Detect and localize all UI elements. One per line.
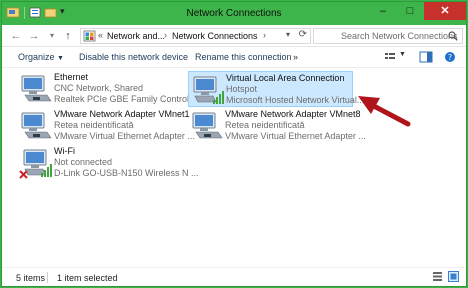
- chevron-down-icon: ▾: [49, 31, 54, 40]
- ethernet-adapter-icon: [192, 112, 223, 139]
- wifi-disconnected-icon: [19, 149, 52, 179]
- search-input[interactable]: Search Network Connections: [341, 31, 458, 41]
- status-bar: 5 items 1 item selected: [2, 267, 466, 286]
- wireless-adapter-icon: [193, 76, 224, 104]
- details-view-icon[interactable]: [432, 271, 443, 282]
- connection-status: CNC Network, Shared: [54, 83, 144, 93]
- recent-locations-button[interactable]: ▾: [44, 28, 60, 44]
- item-count: 5 items: [16, 273, 46, 283]
- view-dropdown-icon[interactable]: ▼: [399, 51, 406, 58]
- close-icon: ✕: [440, 5, 450, 17]
- connection-device: Microsoft Hosted Network Virtual...: [226, 95, 365, 105]
- breadcrumb-overflow[interactable]: «: [98, 30, 103, 40]
- address-dropdown-icon[interactable]: ▾: [286, 30, 290, 39]
- connection-device: D-Link GO-USB-N150 Wireless N ...: [54, 168, 199, 178]
- window: ▾ Network Connections – □ ✕ ← → ▾ ↑ « Ne…: [1, 1, 467, 287]
- search-icon[interactable]: [448, 31, 458, 41]
- breadcrumb-separator[interactable]: ›: [263, 30, 266, 40]
- minimize-icon: –: [379, 5, 387, 17]
- up-arrow-icon: ↑: [65, 30, 71, 42]
- connection-name: VMware Network Adapter VMnet8: [225, 109, 361, 119]
- search-box[interactable]: Search Network Connections: [313, 28, 463, 44]
- connections-list: Ethernet CNC Network, Shared Realtek PCI…: [2, 68, 466, 267]
- maximize-button[interactable]: □: [397, 2, 423, 20]
- status-separator: [47, 272, 48, 283]
- connection-item-vmnet8[interactable]: VMware Network Adapter VMnet8 Retea neid…: [188, 108, 366, 144]
- connection-name: Ethernet: [54, 72, 89, 82]
- connection-name: Virtual Local Area Connection: [226, 73, 345, 83]
- command-bar: Organize ▼ Disable this network device R…: [2, 47, 466, 68]
- help-icon[interactable]: ?: [443, 51, 457, 63]
- connection-device: VMware Virtual Ethernet Adapter ...: [225, 131, 366, 141]
- breadcrumb-network-connections[interactable]: Network Connections: [172, 31, 258, 41]
- disable-device-button[interactable]: Disable this network device: [79, 52, 188, 62]
- ethernet-adapter-icon: [21, 75, 52, 102]
- chevron-down-icon: ▼: [57, 55, 64, 62]
- breadcrumb-separator[interactable]: ›: [164, 30, 167, 40]
- address-box[interactable]: « Network and... › Network Connections ›…: [80, 28, 311, 44]
- svg-text:?: ?: [448, 53, 452, 62]
- navigation-bar: ← → ▾ ↑ « Network and... › Network Conne…: [2, 25, 466, 47]
- title-bar[interactable]: ▾ Network Connections – □ ✕: [2, 2, 466, 26]
- connection-item-ethernet[interactable]: Ethernet CNC Network, Shared Realtek PCI…: [17, 71, 199, 107]
- connection-item-virtual-lan[interactable]: Virtual Local Area Connection Hotspot Mi…: [188, 71, 364, 107]
- forward-button[interactable]: →: [26, 28, 42, 44]
- rename-connection-button[interactable]: Rename this connection: [195, 52, 292, 62]
- change-view-icon[interactable]: [384, 51, 398, 63]
- connection-status: Not connected: [54, 157, 113, 167]
- more-commands-button[interactable]: »: [293, 52, 298, 62]
- connection-device: Realtek PCIe GBE Family Controller: [54, 94, 200, 104]
- large-icons-view-icon[interactable]: [448, 271, 459, 282]
- connection-name: VMware Network Adapter VMnet1: [54, 109, 190, 119]
- organize-button[interactable]: Organize ▼: [18, 52, 64, 62]
- back-arrow-icon: ←: [10, 30, 22, 42]
- close-button[interactable]: ✕: [424, 2, 466, 20]
- connection-device: VMware Virtual Ethernet Adapter ...: [54, 131, 195, 141]
- control-panel-icon: [83, 30, 96, 42]
- forward-arrow-icon: →: [28, 30, 40, 42]
- up-button[interactable]: ↑: [60, 28, 76, 44]
- connection-name: Wi-Fi: [54, 146, 75, 156]
- connection-status: Retea neidentificată: [225, 120, 305, 130]
- minimize-button[interactable]: –: [370, 2, 396, 20]
- connection-status: Hotspot: [226, 84, 258, 94]
- breadcrumb-network-and[interactable]: Network and...: [107, 31, 165, 41]
- back-button[interactable]: ←: [8, 28, 24, 44]
- selection-count: 1 item selected: [57, 273, 118, 283]
- refresh-icon[interactable]: ⟳: [299, 29, 307, 40]
- maximize-icon: □: [406, 5, 414, 17]
- connection-status: Retea neidentificată: [54, 120, 134, 130]
- preview-pane-icon[interactable]: [419, 51, 433, 63]
- organize-label: Organize: [18, 52, 55, 62]
- connection-item-vmnet1[interactable]: VMware Network Adapter VMnet1 Retea neid…: [17, 108, 195, 144]
- annotation-arrow-icon: [358, 96, 411, 127]
- connection-item-wifi[interactable]: Wi-Fi Not connected D-Link GO-USB-N150 W…: [17, 145, 199, 181]
- ethernet-adapter-icon: [21, 112, 52, 139]
